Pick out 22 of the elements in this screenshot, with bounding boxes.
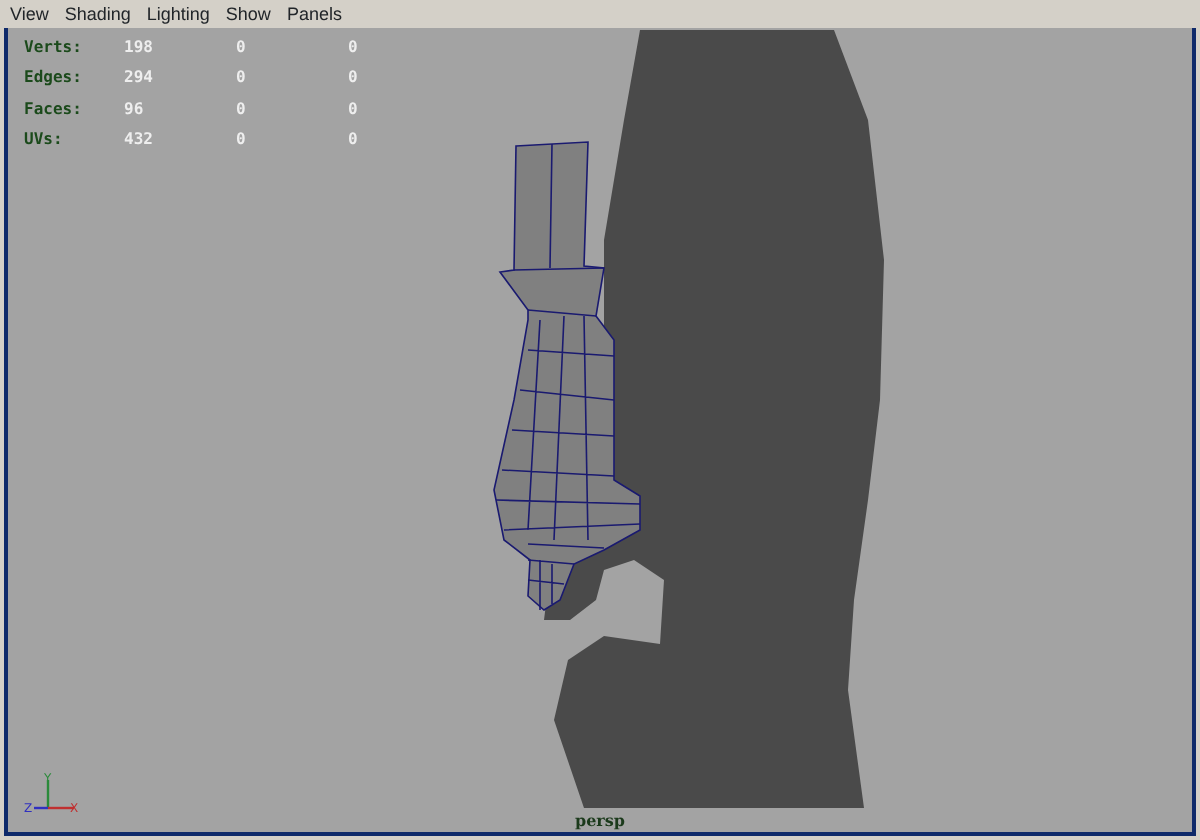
- stat-value: 0: [348, 66, 360, 91]
- menu-item[interactable]: Lighting: [146, 0, 210, 28]
- stat-value: 0: [236, 35, 248, 60]
- stat-value: 96: [124, 97, 146, 122]
- stat-label: Edges:: [24, 66, 84, 91]
- menu-item[interactable]: Show: [225, 0, 271, 28]
- menu-item[interactable]: View: [10, 0, 49, 28]
- stat-value: 0: [348, 128, 360, 153]
- stat-label: Faces:: [24, 97, 84, 122]
- stat-value: 0: [348, 97, 360, 122]
- stat-value: 0: [236, 66, 248, 91]
- stat-value: 432: [124, 128, 155, 153]
- stat-value: 0: [236, 97, 248, 122]
- menu-item[interactable]: Shading: [64, 0, 131, 28]
- menu-item[interactable]: Panels: [286, 0, 342, 28]
- stat-value: 198: [124, 35, 155, 60]
- stat-value: 0: [348, 35, 360, 60]
- stat-label: UVs:: [24, 128, 65, 153]
- stat-value: 0: [236, 128, 248, 153]
- stat-value: 294: [124, 66, 155, 91]
- stat-label: Verts:: [24, 35, 84, 60]
- camera-name: persp: [575, 808, 625, 832]
